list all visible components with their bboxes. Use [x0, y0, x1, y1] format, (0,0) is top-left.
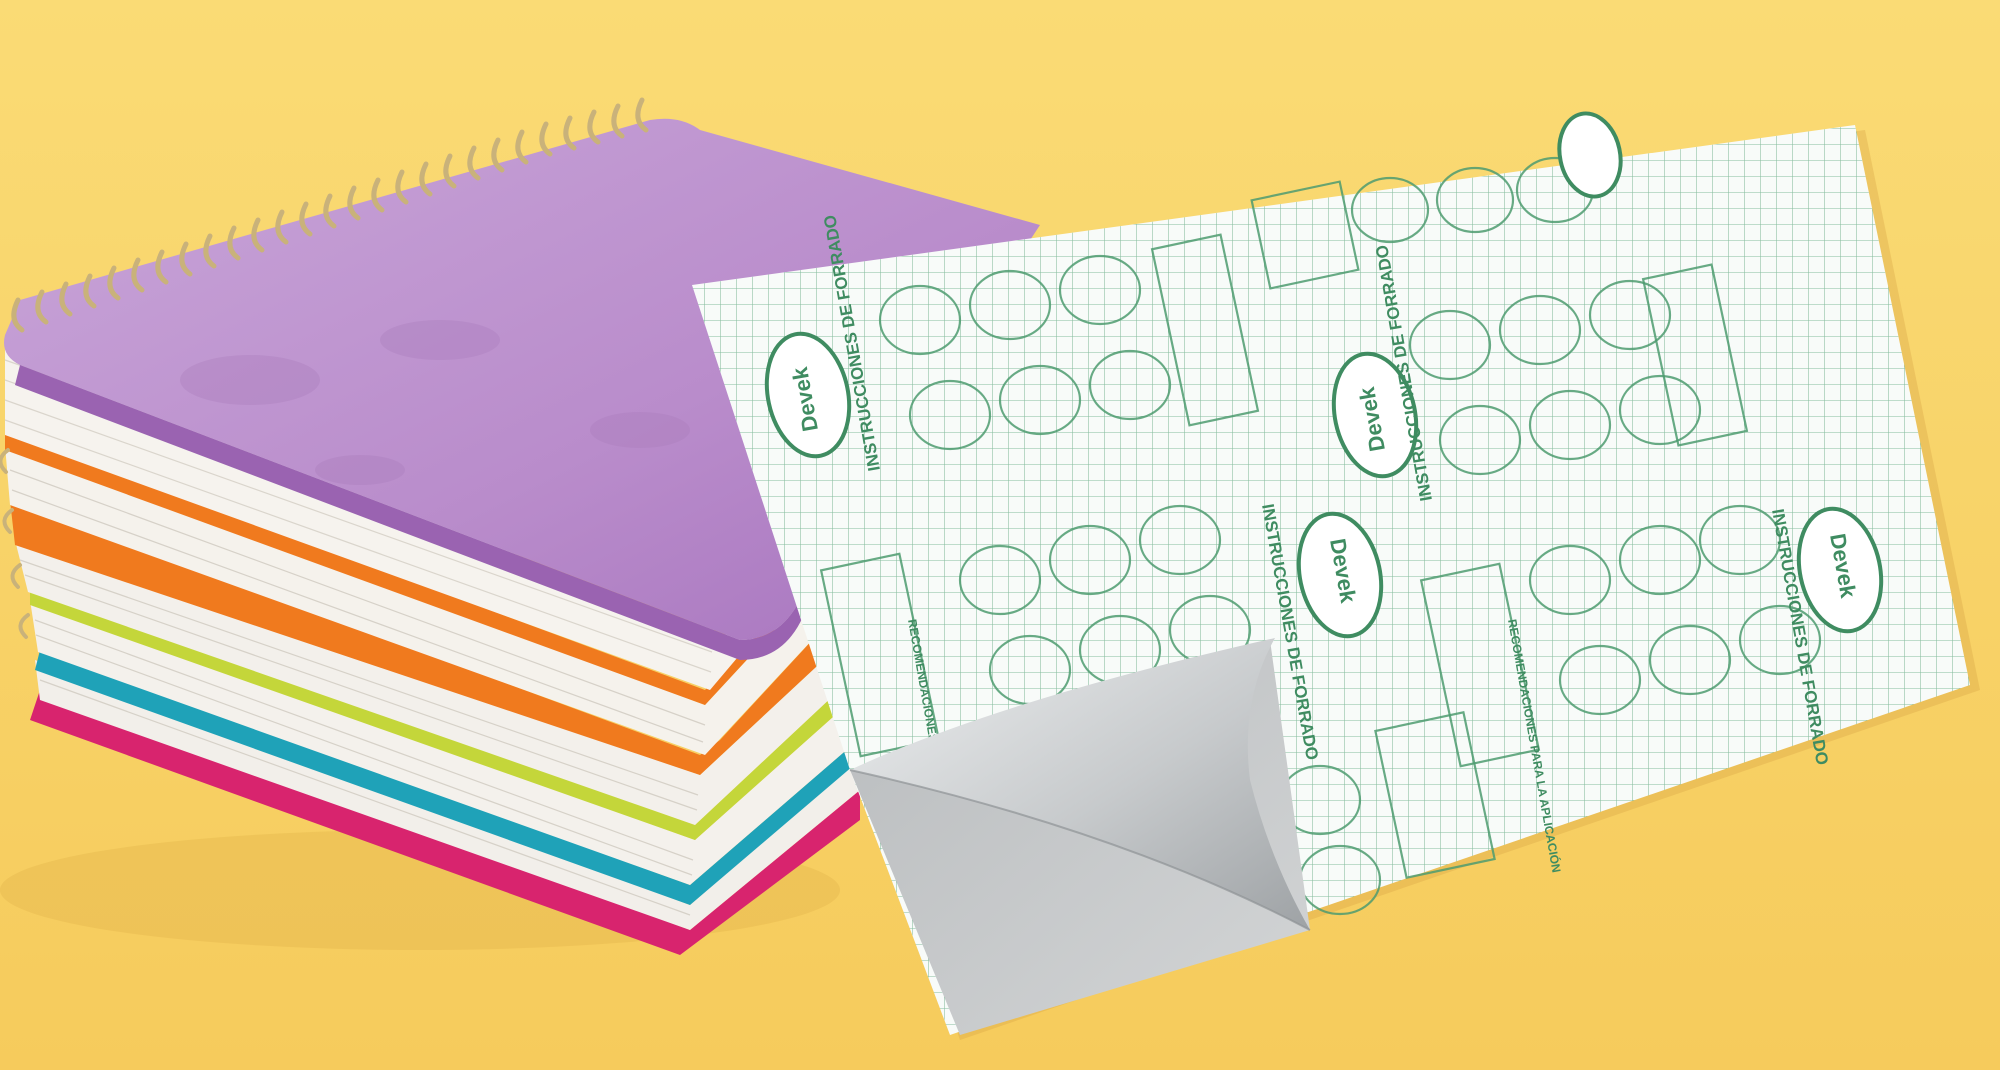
product-scene: Devek Devek Devek Devek INSTRUCCIONES DE… [0, 0, 2000, 1070]
scene-illustration: Devek Devek Devek Devek INSTRUCCIONES DE… [0, 0, 2000, 1070]
